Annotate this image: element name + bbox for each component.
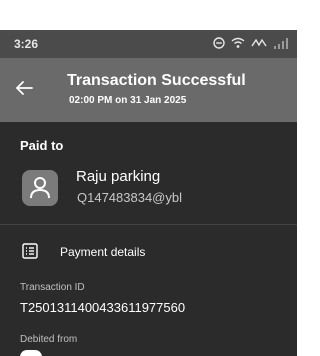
- user-icon: [30, 177, 50, 199]
- page-title: Transaction Successful: [67, 72, 246, 89]
- section-divider: [0, 224, 297, 225]
- dnd-icon: [213, 36, 225, 54]
- payee-avatar: [22, 170, 58, 206]
- transaction-datetime: 02:00 PM on 31 Jan 2025: [69, 95, 187, 106]
- bank-account-icon: [20, 350, 42, 356]
- status-time: 3:26: [14, 37, 39, 51]
- payee-upi-id: Q147483834@ybl: [77, 190, 182, 205]
- paid-to-label: Paid to: [20, 138, 64, 153]
- payment-details-toggle[interactable]: Payment details: [60, 245, 145, 259]
- top-margin: [0, 0, 297, 30]
- payee-name: Raju parking: [76, 168, 161, 185]
- details-panel: Paid to Raju parking Q147483834@ybl Paym…: [0, 122, 297, 356]
- wifi-icon: [231, 36, 245, 54]
- status-bar: 3:26: [0, 30, 297, 58]
- status-icons: [213, 36, 289, 54]
- app-header: Transaction Successful 02:00 PM on 31 Ja…: [0, 58, 297, 122]
- receipt-list-icon: [22, 243, 38, 259]
- phone-screen: 3:26 Transaction Successful 02:00 PM on …: [0, 0, 297, 356]
- transaction-id-label: Transaction ID: [20, 282, 85, 293]
- signal-icon: [273, 36, 289, 54]
- vowifi-icon: [251, 36, 267, 54]
- debited-from-label: Debited from: [20, 334, 78, 345]
- back-arrow-icon[interactable]: [14, 78, 34, 98]
- transaction-id-value: T2501311400433611977560: [20, 300, 186, 315]
